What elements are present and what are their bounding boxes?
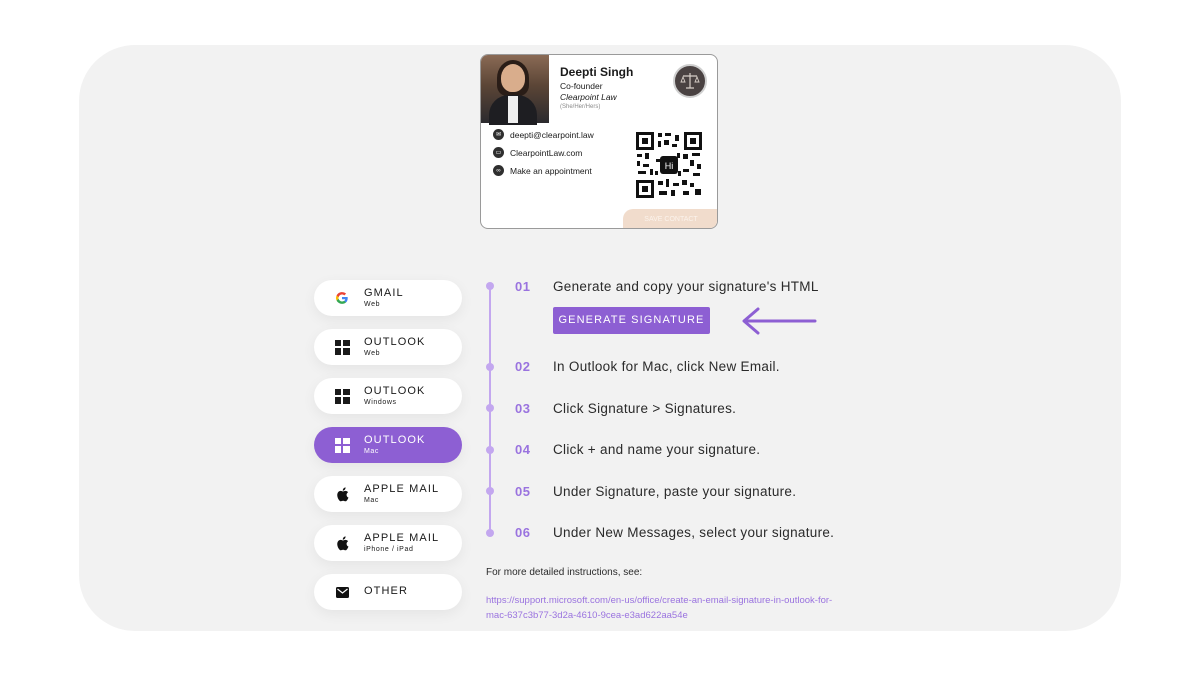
more-instructions-label: For more detailed instructions, see: — [486, 567, 643, 578]
step-number: 03 — [515, 401, 531, 416]
scales-logo-icon — [673, 64, 707, 98]
signature-name: Deepti Singh — [560, 65, 634, 79]
step-text: Click Signature > Signatures. — [553, 401, 737, 416]
client-apple-mail-iphone[interactable]: APPLE MAIL iPhone / iPad — [314, 525, 462, 561]
link-icon: ∞ — [493, 165, 504, 176]
step-number: 01 — [515, 279, 531, 294]
globe-icon: ▭ — [493, 147, 504, 158]
step-text: Generate and copy your signature's HTML — [553, 279, 819, 294]
step-text: Click + and name your signature. — [553, 442, 761, 457]
generate-signature-button[interactable]: GENERATE SIGNATURE — [553, 307, 710, 334]
step-text: Under New Messages, select your signatur… — [553, 525, 835, 540]
support-link[interactable]: https://support.microsoft.com/en-us/offi… — [486, 593, 846, 623]
contact-website[interactable]: ▭ ClearpointLaw.com — [493, 147, 582, 158]
qr-code: Hi — [635, 131, 703, 199]
windows-icon — [334, 339, 350, 355]
signature-role: Co-founder — [560, 81, 603, 91]
signature-pronouns: (She/Her/Hers) — [560, 104, 601, 110]
save-contact-button[interactable]: SAVE CONTACT — [623, 209, 717, 228]
contact-email[interactable]: ✉ deepti@clearpoint.law — [493, 129, 594, 140]
client-outlook-web[interactable]: OUTLOOK Web — [314, 329, 462, 365]
step-number: 02 — [515, 359, 531, 374]
client-outlook-windows[interactable]: OUTLOOK Windows — [314, 378, 462, 414]
windows-icon — [334, 388, 350, 404]
apple-icon — [334, 486, 350, 502]
client-other[interactable]: OTHER — [314, 574, 462, 610]
svg-text:Hi: Hi — [665, 161, 674, 171]
google-icon — [334, 290, 350, 306]
mail-icon — [334, 584, 350, 600]
step-number: 06 — [515, 525, 531, 540]
windows-icon — [334, 437, 350, 453]
signature-company: Clearpoint Law — [560, 92, 617, 102]
step-number: 05 — [515, 484, 531, 499]
timeline-dot — [486, 529, 494, 537]
arrow-left-icon — [742, 307, 817, 335]
timeline-dot — [486, 487, 494, 495]
timeline-dot — [486, 404, 494, 412]
step-number: 04 — [515, 442, 531, 457]
client-outlook-mac[interactable]: OUTLOOK Mac — [314, 427, 462, 463]
profile-photo — [481, 55, 549, 125]
timeline-dot — [486, 282, 494, 290]
client-apple-mail-mac[interactable]: APPLE MAIL Mac — [314, 476, 462, 512]
email-icon: ✉ — [493, 129, 504, 140]
step-text: Under Signature, paste your signature. — [553, 484, 797, 499]
contact-appointment[interactable]: ∞ Make an appointment — [493, 165, 592, 176]
timeline-dot — [486, 363, 494, 371]
timeline-dot — [486, 446, 494, 454]
step-text: In Outlook for Mac, click New Email. — [553, 359, 780, 374]
apple-icon — [334, 535, 350, 551]
signature-preview-card: Deepti Singh Co-founder Clearpoint Law (… — [480, 54, 718, 229]
client-gmail-web[interactable]: GMAIL Web — [314, 280, 462, 316]
